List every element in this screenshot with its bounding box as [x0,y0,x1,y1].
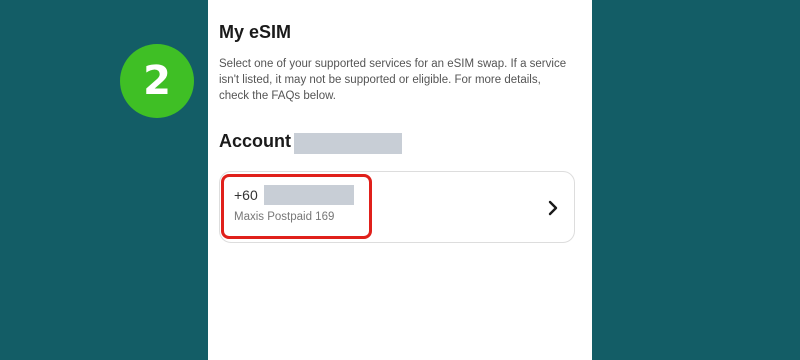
redacted-account-number [294,133,402,154]
phone-number-prefix: +60 [234,187,258,203]
redacted-phone-number [264,185,354,205]
step-number-badge: 2 [120,44,194,118]
page-description: Select one of your supported services fo… [219,58,567,102]
page-title: My eSIM [219,22,292,42]
account-label: Account [219,131,291,151]
esim-screen: My eSIM Select one of your supported ser… [208,0,592,360]
service-card[interactable]: +60 Maxis Postpaid 169 [219,171,575,243]
plan-name: Maxis Postpaid 169 [234,211,335,223]
chevron-right-icon[interactable] [546,199,560,217]
